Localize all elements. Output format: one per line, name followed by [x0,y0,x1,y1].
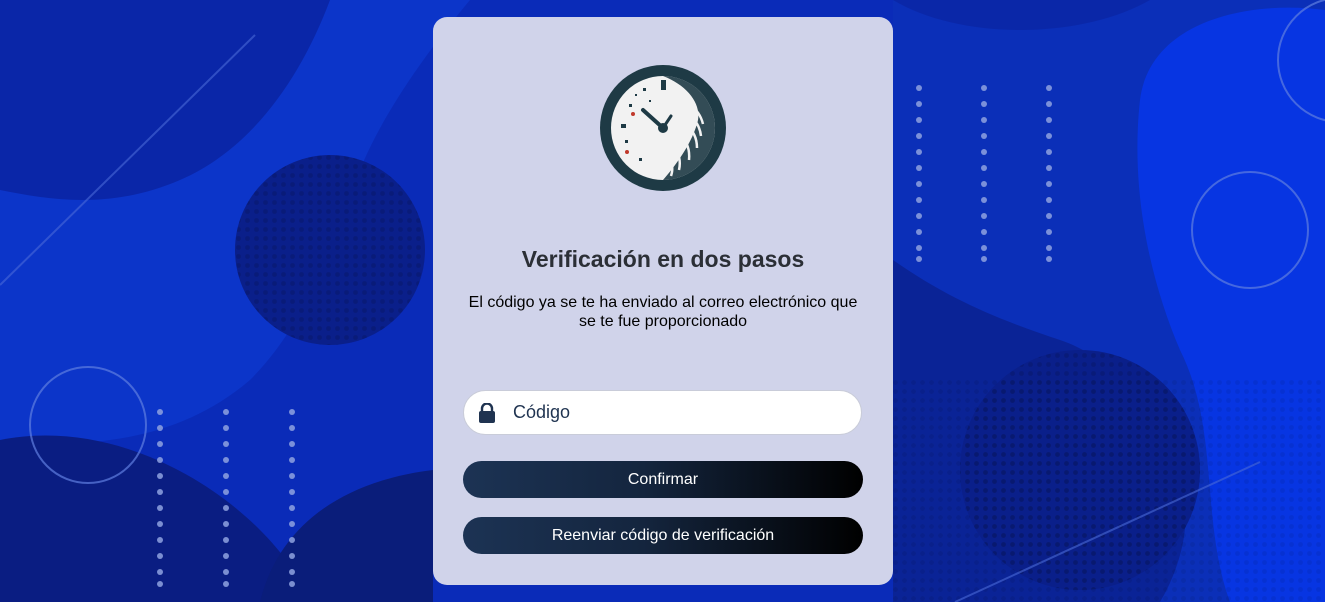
lock-icon [479,402,495,423]
page-title: Verificación en dos pasos [521,246,805,272]
resend-code-button[interactable]: Reenviar código de verificación [463,517,863,554]
code-input[interactable] [511,401,835,424]
code-field[interactable] [463,390,862,435]
instructions-text: El código ya se te ha enviado al correo … [468,294,858,330]
confirm-button[interactable]: Confirmar [463,461,863,498]
clock-fingerprint-logo [600,65,726,191]
verification-card: Verificación en dos pasos El código ya s… [433,17,893,585]
